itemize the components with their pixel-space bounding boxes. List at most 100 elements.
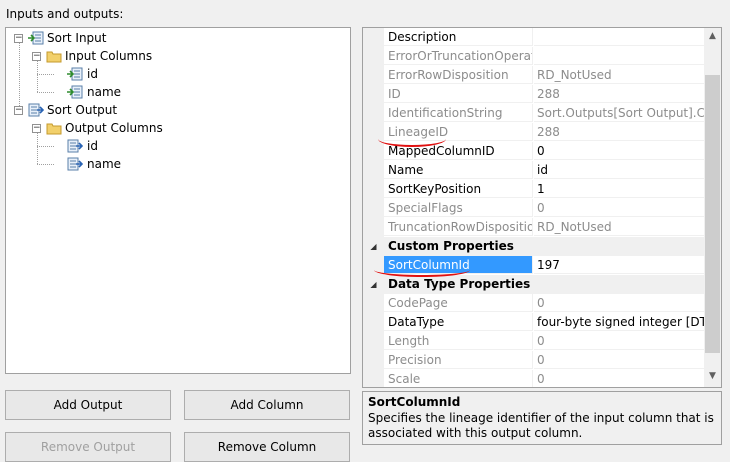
property-name: Name (384, 161, 533, 179)
category-data-type-properties[interactable]: ◢ Data Type Properties (363, 275, 705, 294)
remove-column-button[interactable]: Remove Column (184, 432, 350, 462)
property-value: 0 (534, 351, 705, 369)
tree-connector (37, 164, 54, 165)
tree-label: name (87, 85, 122, 99)
property-row-data-type[interactable]: DataTypefour-byte signed integer [DT_I4] (363, 313, 705, 332)
category-label: Custom Properties (388, 239, 514, 253)
scrollbar-thumb[interactable] (705, 75, 720, 353)
folder-icon (46, 123, 62, 135)
row-gutter (363, 28, 384, 47)
property-name: Scale (384, 370, 533, 387)
tree-connector (19, 42, 20, 110)
property-name: TruncationRowDisposition (384, 218, 533, 236)
row-gutter (363, 47, 384, 66)
property-name: Precision (384, 351, 533, 369)
property-row-identification-string[interactable]: IdentificationString Sort.Outputs[Sort Ou… (363, 104, 705, 123)
output-column-icon (67, 139, 83, 153)
category-label: Data Type Properties (388, 277, 531, 291)
collapse-icon[interactable]: − (32, 52, 41, 61)
row-gutter (363, 218, 384, 237)
collapse-icon[interactable]: − (14, 106, 23, 115)
inputs-outputs-label: Inputs and outputs: (6, 7, 124, 21)
property-row-error-or-truncation-operation[interactable]: ErrorOrTruncationOperation (363, 47, 705, 66)
property-grid[interactable]: DescriptionErrorOrTruncationOperationErr… (362, 27, 722, 388)
property-value[interactable]: 1 (534, 180, 705, 198)
property-name: Length (384, 332, 533, 350)
add-column-button[interactable]: Add Column (184, 390, 350, 420)
property-value[interactable]: four-byte signed integer [DT_I4] (534, 313, 705, 331)
tree-label: Sort Input (47, 31, 107, 45)
property-value: 0 (534, 199, 705, 217)
row-gutter (363, 104, 384, 123)
property-value: 0 (534, 370, 705, 387)
property-row-truncation-row-disposition[interactable]: TruncationRowDisposition RD_NotUsed (363, 218, 705, 237)
collapse-category-icon[interactable]: ◢ (363, 237, 384, 256)
property-row-length[interactable]: Length 0 (363, 332, 705, 351)
row-gutter (363, 370, 384, 387)
category-custom-properties[interactable]: ◢ Custom Properties (363, 237, 705, 256)
row-gutter (363, 313, 384, 332)
property-name: IdentificationString (384, 104, 533, 122)
property-name: SpecialFlags (384, 199, 533, 217)
property-row-code-page[interactable]: CodePage 0 (363, 294, 705, 313)
property-row-special-flags[interactable]: SpecialFlags 0 (363, 199, 705, 218)
property-value: RD_NotUsed (534, 66, 705, 84)
property-value[interactable]: id (534, 161, 705, 179)
row-gutter (363, 332, 384, 351)
add-output-button[interactable]: Add Output (5, 390, 171, 420)
inputs-outputs-tree[interactable]: − Sort Input − Input Columns id name − S… (5, 27, 351, 374)
property-row-scale[interactable]: Scale 0 (363, 370, 705, 387)
input-column-icon (67, 67, 83, 81)
property-name: ErrorRowDisposition (384, 66, 533, 84)
scroll-down-icon[interactable]: ▼ (704, 368, 721, 385)
annotation-underline-sortcolumnid (374, 263, 470, 277)
property-value: Sort.Outputs[Sort Output].Colu (534, 104, 705, 122)
property-name: DataType (384, 313, 533, 331)
property-value: RD_NotUsed (534, 218, 705, 236)
row-gutter (363, 351, 384, 370)
row-gutter (363, 199, 384, 218)
collapse-icon[interactable]: − (14, 34, 23, 43)
description-title: SortColumnId (368, 395, 461, 409)
property-value: 0 (534, 294, 705, 312)
property-value: 288 (534, 85, 705, 103)
tree-connector (37, 132, 38, 164)
input-column-icon (67, 85, 83, 99)
row-gutter (363, 142, 384, 161)
property-row-name[interactable]: Name id (363, 161, 705, 180)
property-value (534, 47, 705, 65)
row-gutter (363, 180, 384, 199)
property-grid-scrollbar[interactable]: ▲ ▼ (704, 28, 721, 387)
row-gutter (363, 66, 384, 85)
property-name: SortKeyPosition (384, 180, 533, 198)
tree-connector (37, 60, 38, 92)
scroll-up-icon[interactable]: ▲ (704, 28, 721, 45)
property-row-description[interactable]: Description (363, 28, 705, 47)
collapse-category-icon[interactable]: ◢ (363, 275, 384, 294)
row-gutter (363, 85, 384, 104)
remove-output-button[interactable]: Remove Output (5, 432, 171, 462)
collapse-icon[interactable]: − (32, 124, 41, 133)
property-name: ErrorOrTruncationOperation (384, 47, 533, 65)
property-row-sort-key-position[interactable]: SortKeyPosition 1 (363, 180, 705, 199)
property-row-id[interactable]: ID 288 (363, 85, 705, 104)
property-row-error-row-disposition[interactable]: ErrorRowDisposition RD_NotUsed (363, 66, 705, 85)
output-icon (28, 103, 44, 117)
tree-connector (37, 74, 54, 75)
tree-label: Sort Output (47, 103, 118, 117)
property-value[interactable]: 197 (534, 256, 705, 274)
folder-icon (46, 51, 62, 63)
property-name: ID (384, 85, 533, 103)
tree-connector (37, 146, 54, 147)
property-name: Description (384, 28, 533, 46)
property-value[interactable]: 0 (534, 142, 705, 160)
output-column-icon (67, 157, 83, 171)
property-name: CodePage (384, 294, 533, 312)
annotation-underline-lineageid (378, 131, 446, 147)
property-value: 288 (534, 123, 705, 141)
property-value[interactable] (534, 28, 705, 46)
tree-label: Input Columns (65, 49, 153, 63)
tree-label: id (87, 67, 98, 81)
property-row-precision[interactable]: Precision 0 (363, 351, 705, 370)
property-description-panel: SortColumnId Specifies the lineage ident… (362, 391, 722, 445)
